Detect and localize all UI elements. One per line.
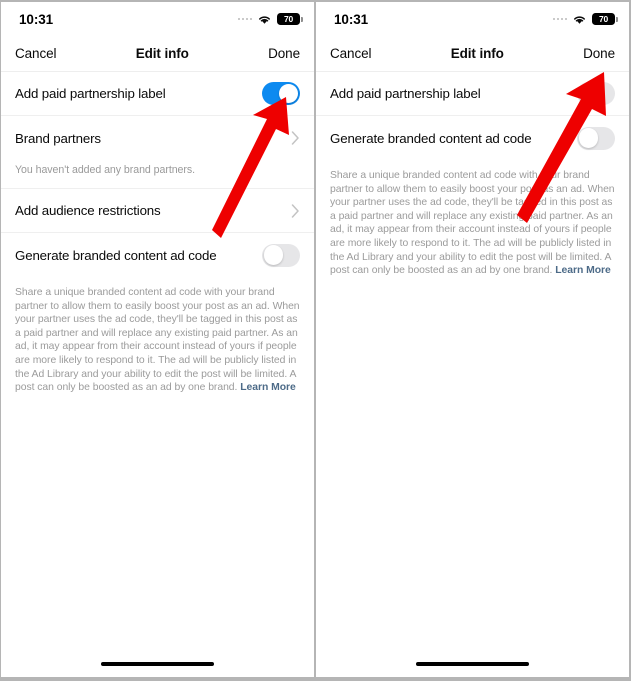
row-add-paid-partnership-label[interactable]: Add paid partnership label bbox=[316, 72, 629, 116]
status-time: 10:31 bbox=[334, 11, 369, 27]
learn-more-link[interactable]: Learn More bbox=[240, 382, 296, 393]
status-time: 10:31 bbox=[19, 11, 54, 27]
battery-icon: 70 bbox=[277, 13, 303, 25]
row-generate-branded-content-ad-code[interactable]: Generate branded content ad code bbox=[316, 116, 629, 160]
battery-level: 70 bbox=[283, 13, 294, 24]
row-label: Generate branded content ad code bbox=[330, 130, 532, 146]
signal-dots-icon bbox=[237, 17, 252, 21]
wifi-icon bbox=[259, 15, 270, 24]
status-bar: 10:31 70 bbox=[1, 2, 314, 36]
cancel-button[interactable]: Cancel bbox=[330, 46, 372, 61]
nav-bar: Cancel Edit info Done bbox=[316, 36, 629, 72]
paid-partnership-toggle[interactable] bbox=[262, 82, 300, 105]
battery-level: 70 bbox=[598, 13, 609, 24]
description-text: Share a unique branded content ad code w… bbox=[15, 287, 300, 394]
home-indicator bbox=[316, 662, 629, 666]
left-panel: 10:31 70 Cancel Edit info Done Add paid … bbox=[1, 2, 314, 677]
branded-content-ad-code-toggle[interactable] bbox=[577, 126, 615, 150]
chevron-right-icon bbox=[291, 131, 299, 145]
nav-bar: Cancel Edit info Done bbox=[1, 36, 314, 72]
description-block: Share a unique branded content ad code w… bbox=[316, 160, 629, 278]
status-bar: 10:31 70 bbox=[316, 2, 629, 36]
brand-partners-subtext: You haven't added any brand partners. bbox=[15, 164, 196, 176]
paid-partnership-toggle[interactable] bbox=[577, 82, 615, 105]
row-label: Add paid partnership label bbox=[330, 86, 481, 101]
signal-dots-icon bbox=[552, 17, 567, 21]
row-label: Add audience restrictions bbox=[15, 203, 161, 218]
status-indicators: 70 bbox=[237, 13, 303, 25]
page-title: Edit info bbox=[450, 46, 504, 61]
done-button[interactable]: Done bbox=[583, 46, 615, 61]
row-add-audience-restrictions[interactable]: Add audience restrictions bbox=[1, 189, 314, 233]
row-label: Add paid partnership label bbox=[15, 86, 166, 101]
done-button[interactable]: Done bbox=[268, 46, 300, 61]
cancel-button[interactable]: Cancel bbox=[15, 46, 57, 61]
description-block: Share a unique branded content ad code w… bbox=[1, 277, 314, 395]
battery-icon: 70 bbox=[592, 13, 618, 25]
description-text: Share a unique branded content ad code w… bbox=[330, 170, 615, 277]
home-indicator bbox=[1, 662, 314, 666]
page-title: Edit info bbox=[135, 46, 189, 61]
wifi-icon bbox=[574, 15, 585, 24]
learn-more-link[interactable]: Learn More bbox=[555, 265, 611, 276]
brand-partners-subtext-row: You haven't added any brand partners. bbox=[1, 160, 314, 189]
branded-content-ad-code-toggle[interactable] bbox=[262, 243, 300, 267]
row-label: Brand partners bbox=[15, 130, 101, 146]
row-add-paid-partnership-label[interactable]: Add paid partnership label bbox=[1, 72, 314, 116]
chevron-right-icon bbox=[291, 203, 299, 218]
right-panel: 10:31 70 Cancel Edit info Done Add paid … bbox=[316, 2, 629, 677]
row-label: Generate branded content ad code bbox=[15, 247, 217, 263]
row-brand-partners[interactable]: Brand partners bbox=[1, 116, 314, 160]
row-generate-branded-content-ad-code[interactable]: Generate branded content ad code bbox=[1, 233, 314, 277]
dual-screenshot-stage: 10:31 70 Cancel Edit info Done Add paid … bbox=[0, 0, 631, 681]
status-indicators: 70 bbox=[552, 13, 618, 25]
